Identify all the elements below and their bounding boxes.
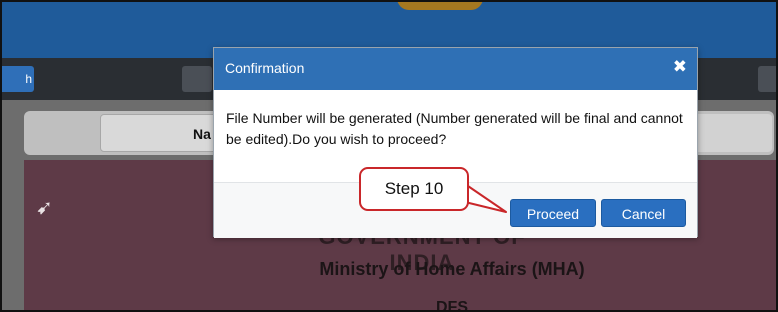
callout-arrow [464, 183, 507, 213]
dialog-message: File Number will be generated (Number ge… [226, 110, 683, 147]
cancel-button[interactable]: Cancel [601, 199, 686, 227]
dialog-title: Confirmation [225, 60, 305, 76]
logo [397, 2, 483, 10]
nav-button-right[interactable] [758, 66, 776, 92]
dialog-header: Confirmation ✖ [214, 48, 697, 90]
ministry-heading: Ministry of Home Affairs (MHA) [319, 259, 585, 279]
close-icon[interactable]: ✖ [673, 57, 687, 77]
step-label: Step 10 [384, 179, 444, 198]
screenshot-frame: h Na ➹ GOVERNMENT OF INDIA Ministry of H… [0, 0, 778, 312]
step-callout: Step 10 [359, 167, 469, 211]
emblem-icon: ➹ [36, 197, 53, 219]
proceed-button[interactable]: Proceed [510, 199, 596, 227]
tab-right[interactable] [692, 114, 772, 152]
nav-button-middle[interactable] [182, 66, 212, 92]
department-heading: DFS [436, 299, 468, 312]
nav-button-left[interactable]: h [2, 66, 34, 92]
